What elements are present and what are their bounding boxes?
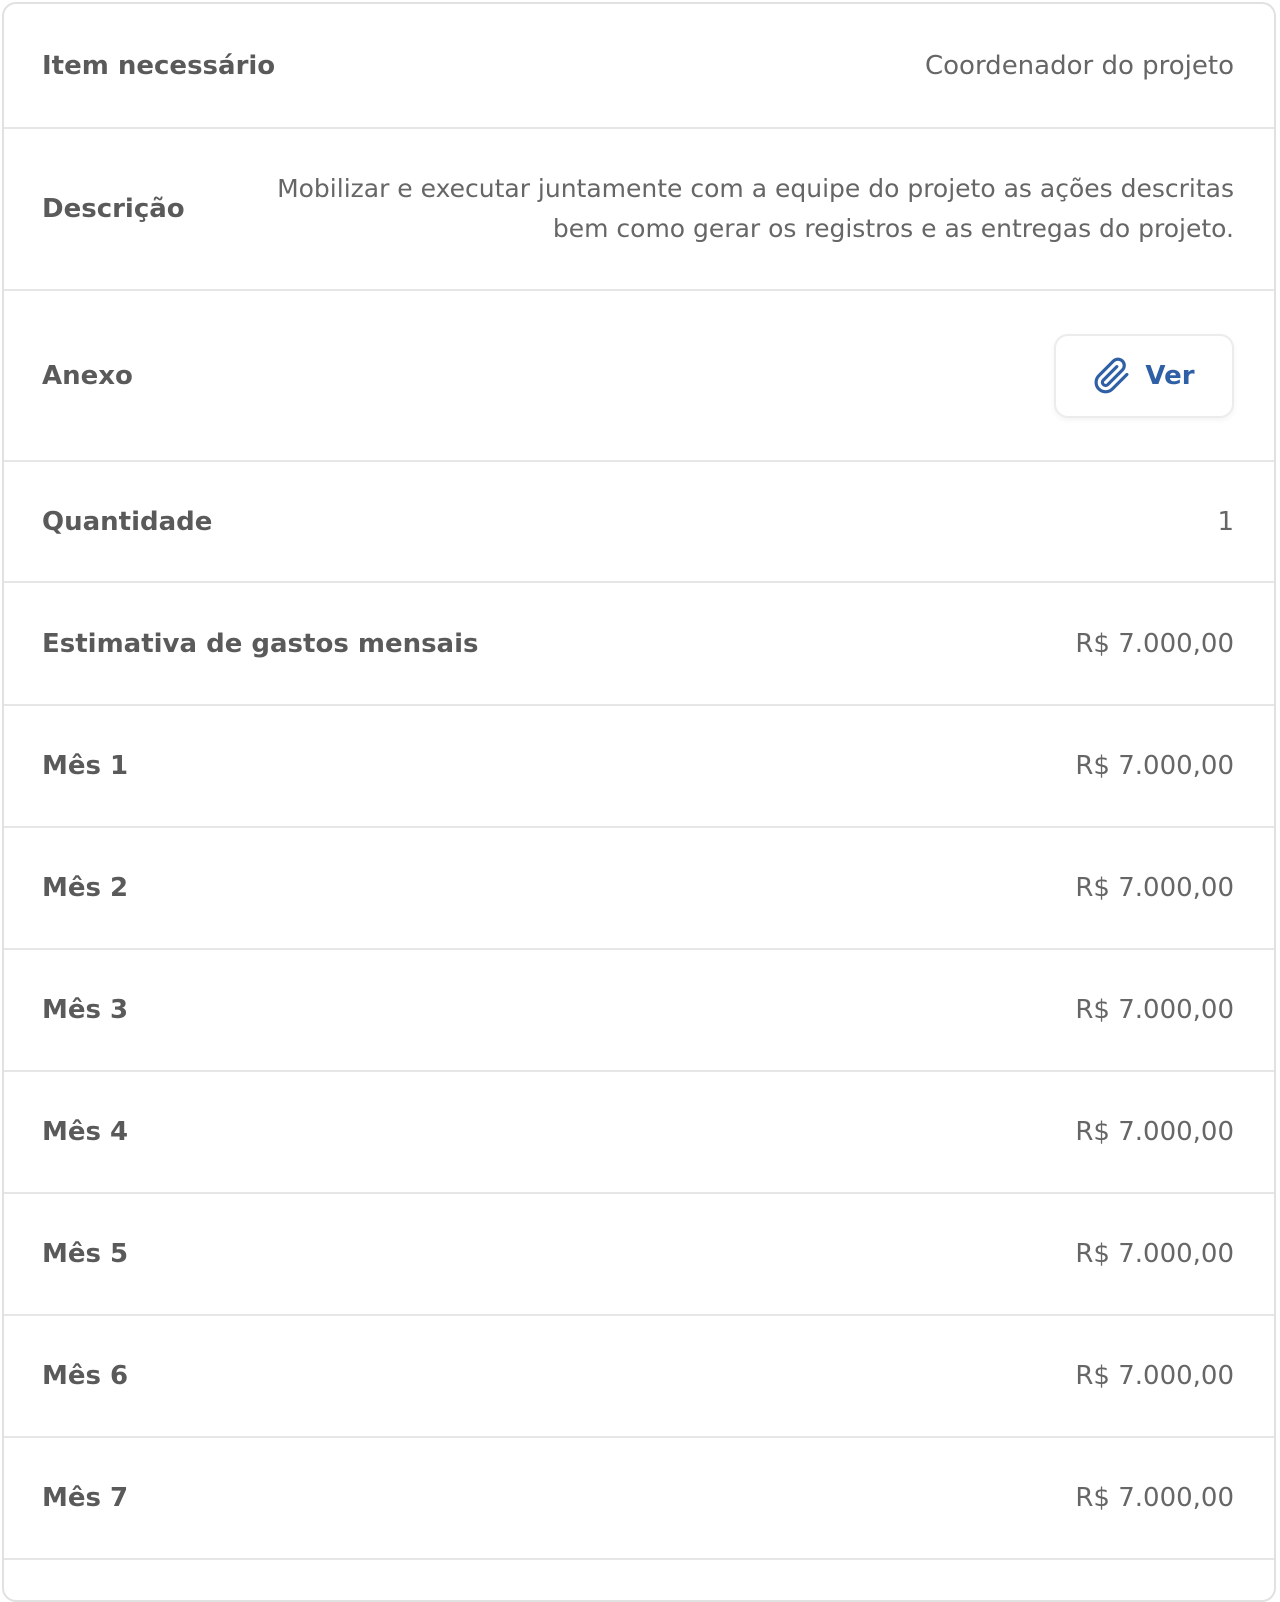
view-attachment-label: Ver [1145, 360, 1195, 391]
row-descricao: Descrição Mobilizar e executar juntament… [4, 129, 1274, 291]
row-label: Estimativa de gastos mensais [42, 628, 479, 659]
row-mes-3: Mês 3 R$ 7.000,00 [4, 950, 1274, 1072]
row-value: R$ 7.000,00 [1075, 1239, 1234, 1269]
row-label: Mês 4 [42, 1117, 129, 1147]
paperclip-icon [1093, 357, 1131, 395]
row-value: Coordenador do projeto [924, 50, 1234, 81]
row-mes-7: Mês 7 R$ 7.000,00 [4, 1438, 1274, 1560]
row-value: R$ 7.000,00 [1075, 1361, 1234, 1391]
row-quantidade: Quantidade 1 [4, 462, 1274, 583]
item-details-card: Item necessário Coordenador do projeto D… [2, 2, 1276, 1602]
row-label: Mês 5 [42, 1239, 129, 1269]
row-anexo: Anexo Ver [4, 291, 1274, 462]
row-label: Mês 6 [42, 1361, 129, 1391]
row-label: Descrição [42, 194, 185, 224]
row-mes-5: Mês 5 R$ 7.000,00 [4, 1194, 1274, 1316]
row-value: 1 [1217, 506, 1234, 537]
row-value: R$ 7.000,00 [1075, 1117, 1234, 1147]
row-mes-6: Mês 6 R$ 7.000,00 [4, 1316, 1274, 1438]
row-item-necessario: Item necessário Coordenador do projeto [4, 4, 1274, 129]
row-estimativa-gastos-mensais: Estimativa de gastos mensais R$ 7.000,00 [4, 583, 1274, 706]
row-label: Quantidade [42, 506, 213, 537]
view-attachment-button[interactable]: Ver [1054, 333, 1234, 418]
row-label: Mês 7 [42, 1483, 129, 1513]
row-label: Mês 3 [42, 995, 129, 1025]
row-label: Item necessário [42, 50, 276, 81]
row-value: R$ 7.000,00 [1075, 873, 1234, 903]
row-mes-2: Mês 2 R$ 7.000,00 [4, 828, 1274, 950]
row-value: Mobilizar e executar juntamente com a eq… [277, 174, 1234, 243]
row-value: R$ 7.000,00 [1075, 1483, 1234, 1513]
row-label: Mês 1 [42, 751, 129, 781]
row-value: R$ 7.000,00 [1075, 751, 1234, 781]
row-value: R$ 7.000,00 [1075, 995, 1234, 1025]
row-mes-4: Mês 4 R$ 7.000,00 [4, 1072, 1274, 1194]
row-label: Mês 2 [42, 873, 129, 903]
row-value: R$ 7.000,00 [1075, 628, 1234, 659]
row-mes-1: Mês 1 R$ 7.000,00 [4, 706, 1274, 828]
row-label: Anexo [42, 360, 133, 391]
